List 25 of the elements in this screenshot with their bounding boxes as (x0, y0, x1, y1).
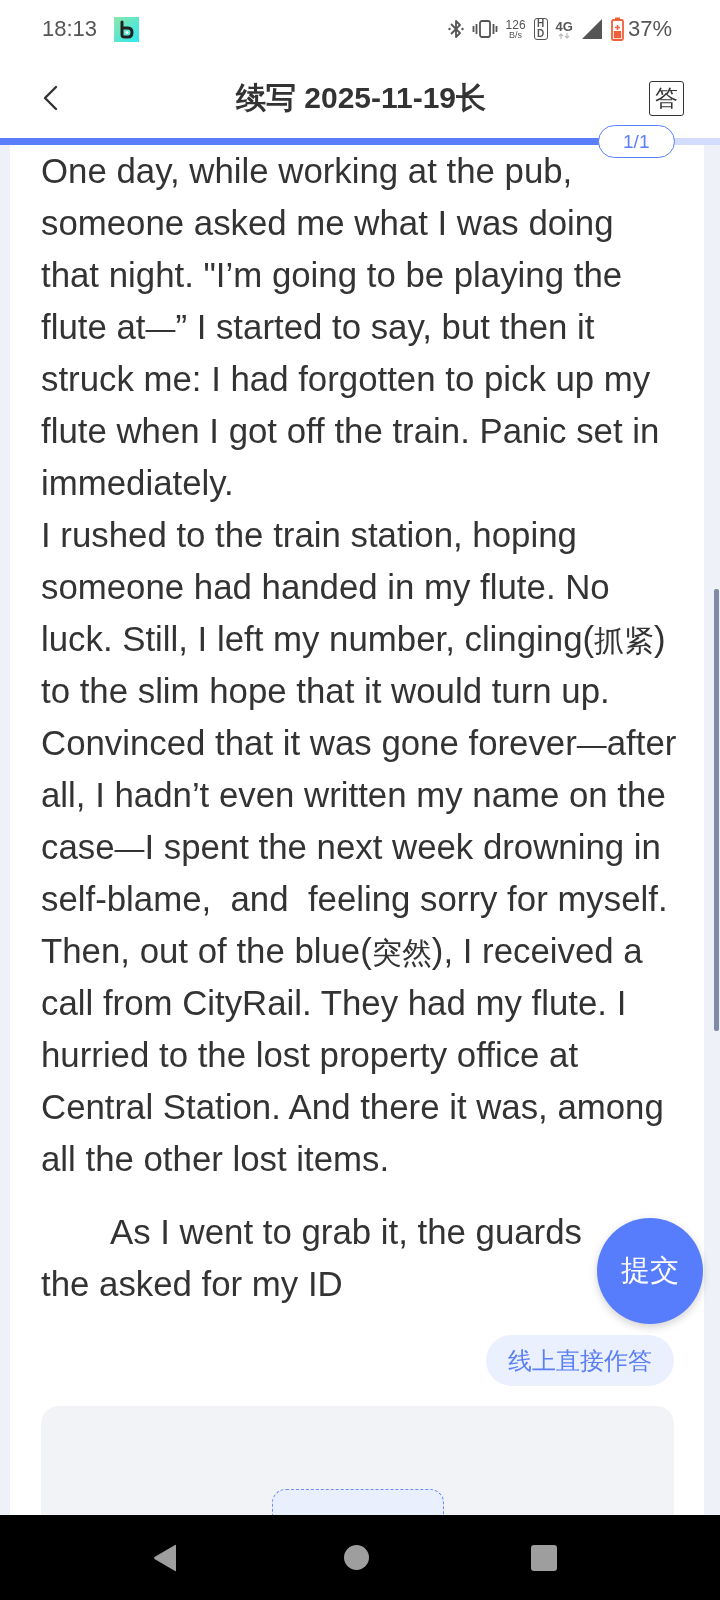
answer-button[interactable]: 答 (649, 80, 684, 116)
back-triangle-icon (153, 1543, 178, 1572)
nav-recents-button[interactable] (531, 1544, 557, 1571)
vibrate-icon (471, 20, 498, 38)
home-circle-icon (344, 1545, 369, 1570)
net-speed-unit: B/s (509, 30, 523, 40)
online-answer-button[interactable]: 线上直接作答 (486, 1335, 674, 1386)
recents-square-icon (531, 1544, 557, 1571)
signal-icon (580, 18, 603, 40)
data-arrows-icon (558, 32, 571, 39)
status-time: 18:13 (42, 16, 98, 42)
page-title: 续写 2025-11-19长 (235, 79, 487, 116)
back-chevron-icon (42, 85, 58, 111)
battery-icon (610, 17, 624, 41)
network-type: 4G (555, 19, 573, 33)
passage-paragraph: As I went to grab it, the guards the asked for my ID (41, 1211, 583, 1305)
nav-home-button[interactable] (344, 1545, 369, 1570)
nav-back-button[interactable] (153, 1543, 178, 1572)
hd-indicator: HD (533, 18, 548, 40)
passage-paragraph: I rushed to the train station, hoping someone had handed in my flute. No luck. Still, I left my number, clinging(抓紧) to the slim hope that it would turn up. Convinced that it was gone forever—after all, I hadn’t even written my name on the case—I spent the next week drowning in self-blame, and feeling sorry for myself. Then, out of the blue(突然), I received a call from CityRail. They had my flute. I hurried to the lost property office at Central Station. And there it was, among all the other lost items. (41, 514, 677, 1180)
app-notification-icon (114, 16, 140, 42)
battery-percent: 37% (627, 16, 672, 42)
bluetooth-icon (447, 18, 464, 40)
page-indicator: 1/1 (597, 125, 675, 158)
net-speed-value: 126 (505, 18, 526, 31)
